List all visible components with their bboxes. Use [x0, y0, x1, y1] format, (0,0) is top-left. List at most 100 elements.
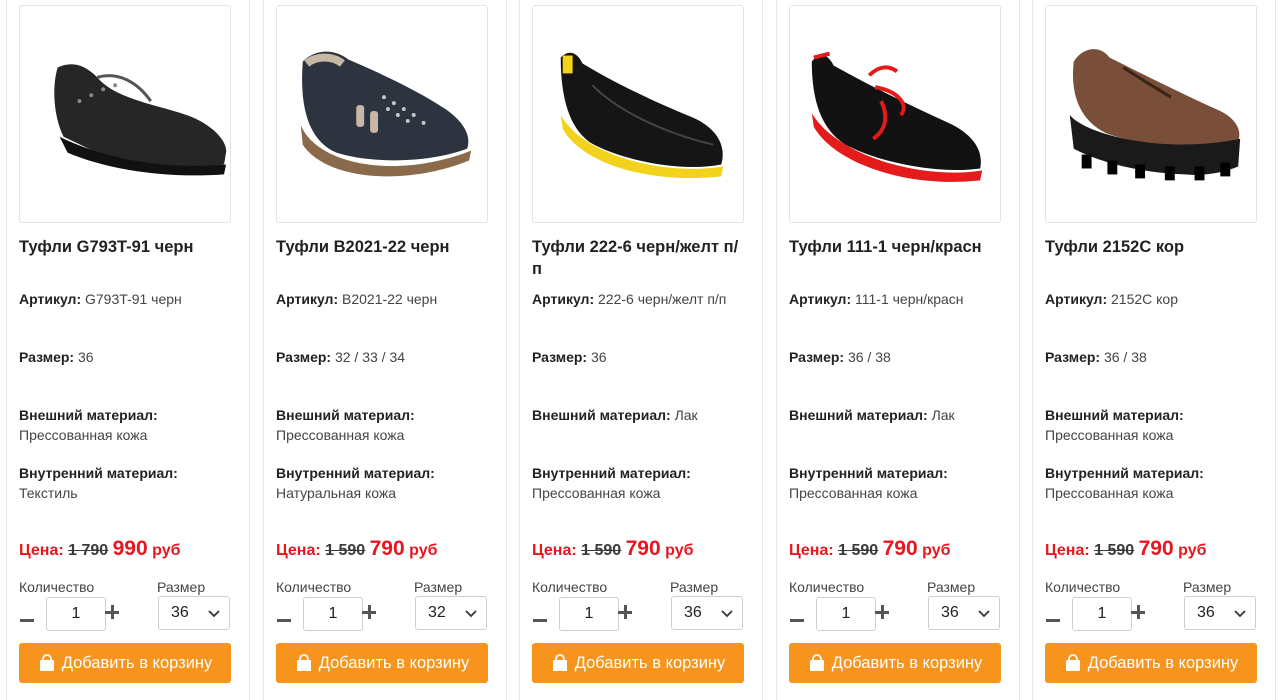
article-label: Артикул: [789, 291, 852, 307]
currency: руб [152, 542, 181, 559]
quantity-input[interactable] [816, 597, 876, 631]
inner-material-row: Внутренний материал: Натуральная кожа [276, 463, 492, 503]
chevron-down-icon [721, 610, 733, 618]
product-image[interactable] [1045, 5, 1257, 223]
size-row: Размер: 36 / 38 [1045, 347, 1261, 367]
add-to-cart-button[interactable]: Добавить в корзину [19, 643, 231, 683]
add-to-cart-label: Добавить в корзину [574, 653, 726, 672]
increase-quantity-button[interactable] [105, 604, 121, 620]
new-price: 790 [369, 537, 405, 560]
old-price: 1 590 [1094, 542, 1135, 559]
price-label: Цена: [1045, 542, 1090, 559]
product-image[interactable] [789, 5, 1001, 223]
product-image[interactable] [19, 5, 231, 223]
decrease-quantity-button[interactable] [276, 611, 292, 629]
size-select-label: Размер [1183, 579, 1232, 595]
outer-material-value: Прессованная кожа [19, 427, 148, 443]
add-to-cart-button[interactable]: Добавить в корзину [1045, 643, 1257, 683]
outer-material-value: Лак [674, 407, 698, 423]
size-row: Размер: 36 [19, 347, 235, 367]
product-image[interactable] [532, 5, 744, 223]
price-label: Цена: [532, 542, 577, 559]
size-select[interactable]: 36 [1184, 596, 1256, 630]
increase-quantity-button[interactable] [618, 604, 634, 620]
add-to-cart-label: Добавить в корзину [831, 653, 983, 672]
inner-material-label: Внутренний материал: [19, 465, 178, 481]
size-label: Размер: [19, 349, 75, 365]
outer-material-row: Внешний материал: Прессованная кожа [19, 405, 235, 445]
product-card-5: Туфли 2152C кор Артикул: 2152C кор Разме… [1032, 0, 1276, 700]
outer-material-label: Внешний материал: [532, 407, 671, 423]
quantity-input[interactable] [1072, 597, 1132, 631]
currency: руб [665, 542, 694, 559]
article-row: Артикул: 2152C кор [1045, 289, 1261, 309]
new-price: 790 [882, 537, 918, 560]
quantity-input[interactable] [559, 597, 619, 631]
increase-quantity-button[interactable] [875, 604, 891, 620]
size-select-label: Размер [414, 579, 463, 595]
outer-material-value: Лак [931, 407, 955, 423]
quantity-input[interactable] [46, 597, 106, 631]
product-title[interactable]: Туфли 2152C кор [1045, 236, 1259, 258]
price-label: Цена: [19, 542, 64, 559]
product-title[interactable]: Туфли 222-6 черн/желт п/п [532, 236, 746, 280]
quantity-label: Количество [19, 579, 95, 595]
size-select[interactable]: 36 [158, 596, 230, 630]
article-label: Артикул: [276, 291, 339, 307]
decrease-quantity-button[interactable] [1045, 611, 1061, 629]
article-label: Артикул: [532, 291, 595, 307]
article-value: 111-1 черн/красн [855, 291, 964, 307]
size-select[interactable]: 32 [415, 596, 487, 630]
new-price: 790 [625, 537, 661, 560]
inner-material-value: Прессованная кожа [532, 485, 661, 501]
product-title[interactable]: Туфли B2021-22 черн [276, 236, 490, 258]
decrease-quantity-button[interactable] [789, 611, 805, 629]
price-row: Цена: 1 590 790 руб [532, 537, 752, 561]
product-image[interactable] [276, 5, 488, 223]
size-select[interactable]: 36 [671, 596, 743, 630]
size-select-label: Размер [670, 579, 719, 595]
new-price: 990 [112, 537, 148, 560]
quantity-input[interactable] [303, 597, 363, 631]
size-select[interactable]: 36 [928, 596, 1000, 630]
product-card-3: Туфли 222-6 черн/желт п/п Артикул: 222-6… [519, 0, 763, 700]
old-price: 1 790 [68, 542, 109, 559]
inner-material-row: Внутренний материал: Прессованная кожа [789, 463, 1005, 503]
size-value: 36 [590, 349, 607, 365]
add-to-cart-label: Добавить в корзину [1087, 653, 1239, 672]
product-title[interactable]: Туфли G793T-91 черн [19, 236, 233, 258]
outer-material-row: Внешний материал: Лак [532, 405, 748, 425]
old-price: 1 590 [325, 542, 366, 559]
currency: руб [1178, 542, 1207, 559]
chevron-down-icon [1234, 610, 1246, 618]
size-value: 32 / 33 / 34 [334, 349, 406, 365]
increase-quantity-button[interactable] [362, 604, 378, 620]
inner-material-label: Внутренний материал: [276, 465, 435, 481]
currency: руб [922, 542, 951, 559]
quantity-label: Количество [276, 579, 352, 595]
inner-material-row: Внутренний материал: Текстиль [19, 463, 235, 503]
inner-material-value: Прессованная кожа [1045, 485, 1174, 501]
old-price: 1 590 [581, 542, 622, 559]
decrease-quantity-button[interactable] [532, 611, 548, 629]
size-row: Размер: 32 / 33 / 34 [276, 347, 492, 367]
add-to-cart-button[interactable]: Добавить в корзину [532, 643, 744, 683]
chevron-down-icon [465, 610, 477, 618]
add-to-cart-label: Добавить в корзину [61, 653, 213, 672]
outer-material-value: Прессованная кожа [1045, 427, 1174, 443]
decrease-quantity-button[interactable] [19, 611, 35, 629]
article-row: Артикул: B2021-22 черн [276, 289, 492, 309]
product-title[interactable]: Туфли 111-1 черн/красн [789, 236, 1003, 258]
add-to-cart-button[interactable]: Добавить в корзину [789, 643, 1001, 683]
increase-quantity-button[interactable] [1131, 604, 1147, 620]
product-card-1: Туфли G793T-91 черн Артикул: G793T-91 че… [6, 0, 250, 700]
article-value: B2021-22 черн [342, 291, 438, 307]
size-select-value: 36 [171, 604, 189, 621]
add-to-cart-button[interactable]: Добавить в корзину [276, 643, 488, 683]
outer-material-value: Прессованная кожа [276, 427, 405, 443]
quantity-label: Количество [789, 579, 865, 595]
minus-icon [790, 618, 804, 622]
outer-material-label: Внешний материал: [19, 407, 158, 423]
article-row: Артикул: G793T-91 черн [19, 289, 235, 309]
minus-icon [20, 618, 34, 622]
